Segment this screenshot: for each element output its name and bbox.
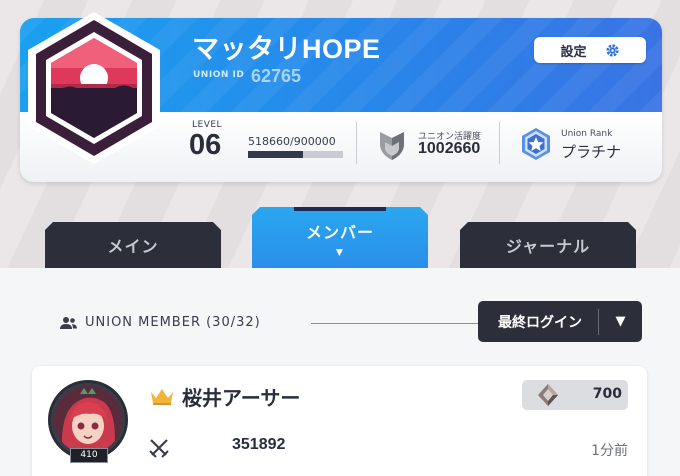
- crown-icon: [151, 389, 173, 405]
- power-value: 351892: [232, 436, 286, 453]
- exp-progress-fill: [248, 151, 303, 158]
- sort-dropdown[interactable]: 最終ログイン ▼: [478, 301, 642, 342]
- tab-journal[interactable]: ジャーナル: [460, 222, 636, 268]
- member-name: 桜井アーサー: [182, 386, 301, 410]
- divider: [499, 122, 500, 164]
- player-level-badge: 410: [70, 448, 108, 463]
- settings-label: 設定: [560, 44, 587, 60]
- rank-value: プラチナ: [561, 143, 622, 161]
- exp-text: 518660/900000: [248, 135, 336, 148]
- people-icon: [60, 316, 77, 329]
- tab-main[interactable]: メイン: [45, 222, 221, 268]
- avatar[interactable]: [54, 386, 122, 454]
- level-value: 06: [189, 129, 222, 161]
- settings-button[interactable]: 設定: [534, 37, 646, 63]
- tab-active-indicator: ▼: [336, 247, 344, 258]
- rank-label: Union Rank: [561, 129, 613, 139]
- platinum-rank-icon: [522, 128, 550, 160]
- crossed-swords-icon: [149, 439, 169, 458]
- avatar-portrait: [54, 386, 122, 454]
- contribution-value: 700: [592, 386, 622, 402]
- activity-value: 1002660: [418, 140, 481, 157]
- last-login-time: 1分前: [591, 443, 628, 459]
- crystal-icon: [538, 384, 558, 406]
- union-emblem: [28, 12, 160, 164]
- divider: [356, 122, 357, 164]
- union-id-value: 62765: [251, 66, 302, 86]
- chevron-down-icon: ▼: [615, 314, 626, 329]
- union-name: マッタリHOPE: [192, 34, 381, 64]
- tab-members-label: メンバー: [305, 222, 374, 242]
- member-section-header: UNION MEMBER (30/32): [60, 315, 261, 330]
- member-section-title: UNION MEMBER (30/32): [85, 315, 261, 330]
- divider-line: [311, 323, 478, 324]
- activity-shield-icon: [380, 132, 404, 160]
- sort-label: 最終ログイン: [498, 314, 582, 331]
- exp-progress-bar: [248, 151, 343, 158]
- gear-icon: [605, 43, 619, 57]
- tab-notch: [294, 207, 386, 211]
- tab-members[interactable]: メンバー ▼: [252, 207, 428, 269]
- union-id-label: UNION ID: [193, 70, 245, 80]
